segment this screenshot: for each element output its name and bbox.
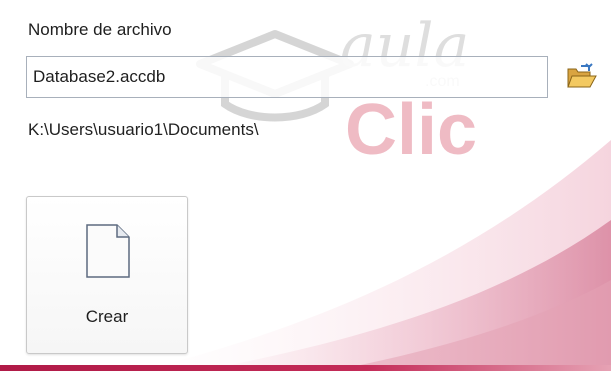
bottom-accent-bar xyxy=(0,365,611,371)
blank-document-icon xyxy=(86,224,130,278)
file-path-text: K:\Users\usuario1\Documents\ xyxy=(28,120,259,139)
browse-folder-button[interactable] xyxy=(565,62,599,92)
file-name-label: Nombre de archivo xyxy=(28,20,172,39)
file-name-input[interactable] xyxy=(26,56,548,98)
create-button[interactable]: Crear xyxy=(26,196,188,354)
watermark-clic: Clic xyxy=(345,90,477,170)
create-button-label: Crear xyxy=(85,307,129,326)
folder-open-icon xyxy=(567,63,597,88)
